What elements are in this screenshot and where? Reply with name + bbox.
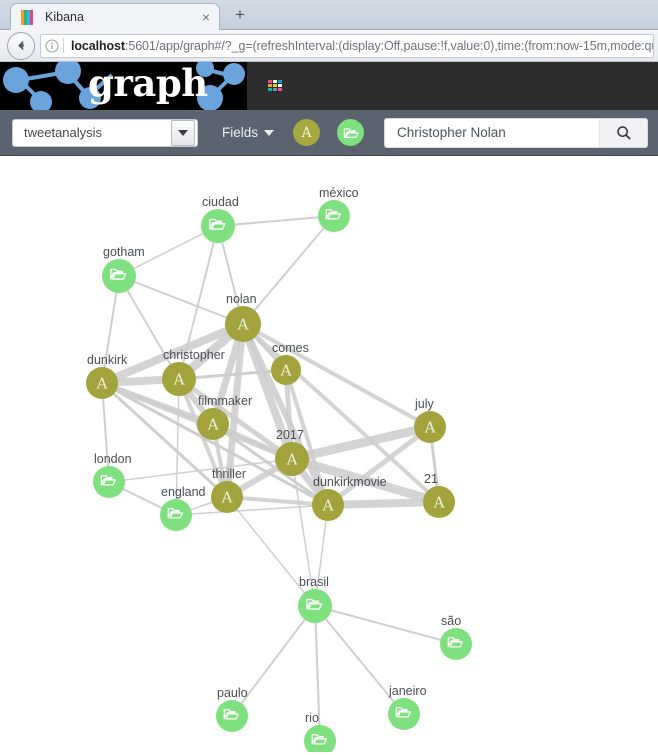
graph-node-label: 21 [424, 472, 438, 486]
browser-window: Kibana × + localhost:5601/app/graph#/?_g… [0, 0, 658, 755]
graph-node-label: england [161, 485, 206, 499]
graph-node-circle[interactable] [318, 200, 350, 232]
graph-node-glyph: A [424, 419, 436, 437]
graph-node-label: brasil [299, 575, 329, 589]
new-tab-button[interactable]: + [228, 4, 252, 26]
search-icon [616, 125, 631, 140]
graph-search-box[interactable] [384, 117, 648, 148]
graph-node-glyph: A [322, 497, 334, 515]
graph-node-glyph: A [173, 371, 185, 389]
graph-edge[interactable] [242, 215, 335, 325]
kibana-graph-header: graph [0, 62, 658, 110]
graph-node-mexico[interactable]: méxico [318, 186, 359, 232]
folder-icon [343, 127, 359, 138]
graph-node-dunkirkmovie[interactable]: dunkirkmovie A [312, 475, 387, 521]
graph-node-filmmaker[interactable]: filmmaker A [197, 394, 252, 440]
kibana-appsbar [247, 62, 658, 110]
graph-node-label: nolan [226, 292, 257, 306]
graph-node-brasil[interactable]: brasil [298, 575, 332, 623]
kibana-favicon-icon [21, 9, 36, 25]
graph-node-label: gotham [103, 245, 145, 259]
graph-node-circle[interactable] [298, 589, 332, 623]
graph-node-circle[interactable] [102, 259, 136, 293]
graph-node-england[interactable]: england [160, 485, 206, 531]
graph-node-label: comes [272, 341, 309, 355]
graph-node-label: 2017 [276, 428, 304, 442]
graph-node-label: dunkirk [87, 353, 128, 367]
graph-node-paulo[interactable]: paulo [216, 686, 248, 732]
graph-logo: graph [0, 62, 247, 110]
chevron-down-icon[interactable] [171, 119, 195, 146]
graph-node-gotham[interactable]: gotham [102, 245, 145, 293]
graph-toolbar: tweetanalysis Fields A [0, 110, 658, 156]
graph-node-nolan[interactable]: nolan A [225, 292, 261, 342]
graph-node-label: christopher [163, 348, 225, 362]
graph-node-circle[interactable] [388, 698, 420, 730]
graph-node-thriller[interactable]: thriller A [211, 467, 246, 513]
graph-node-circle[interactable] [160, 499, 192, 531]
search-button[interactable] [599, 118, 647, 147]
graph-node-label: são [441, 614, 461, 628]
graph-edge[interactable] [327, 498, 440, 509]
graph-node-glyph: A [207, 416, 219, 434]
graph-node-circle[interactable] [440, 628, 472, 660]
graph-node-label: july [414, 397, 435, 411]
graph-edge[interactable] [118, 275, 244, 325]
url-host: localhost [71, 38, 125, 53]
graph-node-glyph: A [433, 494, 445, 512]
index-pattern-select[interactable]: tweetanalysis [12, 118, 198, 147]
field-badge-text[interactable]: A [293, 119, 321, 146]
graph-node-label: dunkirkmovie [313, 475, 387, 489]
graph-svg[interactable]: ciudad méxico gotham nolan Acomes Adunkirk Ach… [0, 156, 658, 752]
index-pattern-value: tweetanalysis [24, 125, 103, 140]
browser-urlbar-row: localhost:5601/app/graph#/?_g=(refreshIn… [0, 30, 658, 62]
browser-tab-kibana[interactable]: Kibana × [10, 3, 220, 30]
graph-node-label: thriller [212, 467, 246, 481]
field-badge-glyph: A [301, 124, 312, 141]
graph-node-label: rio [305, 711, 319, 725]
apps-grid-icon[interactable] [268, 79, 283, 93]
graph-edge[interactable] [314, 605, 457, 645]
url-path: :5601/app/graph#/?_g=(refreshInterval:(d… [124, 38, 653, 53]
url-input[interactable]: localhost:5601/app/graph#/?_g=(refreshIn… [40, 33, 654, 58]
graph-node-glyph: A [96, 375, 108, 393]
graph-node-ciudad[interactable]: ciudad [201, 195, 239, 243]
info-icon[interactable] [41, 35, 63, 57]
graph-node-label: london [94, 452, 132, 466]
graph-node-janeiro[interactable]: janeiro [388, 684, 427, 730]
url-divider [63, 38, 64, 53]
graph-node-21[interactable]: 21 A [423, 472, 455, 518]
graph-wordmark: graph [88, 62, 208, 105]
browser-tabstrip: Kibana × + [0, 0, 658, 30]
graph-node-glyph: A [280, 362, 292, 380]
back-button[interactable] [7, 31, 35, 60]
search-input[interactable] [385, 118, 599, 147]
graph-node-label: paulo [217, 686, 248, 700]
tab-title: Kibana [45, 10, 84, 24]
graph-node-circle[interactable] [201, 209, 235, 243]
close-icon[interactable]: × [202, 10, 210, 24]
graph-node-glyph: A [221, 489, 233, 507]
graph-node-label: méxico [319, 186, 359, 200]
graph-node-label: filmmaker [198, 394, 252, 408]
fields-menu-label: Fields [222, 125, 259, 140]
graph-node-label: janeiro [388, 684, 427, 698]
graph-node-sao[interactable]: são [440, 614, 472, 660]
graph-node-circle[interactable] [93, 466, 125, 498]
graph-node-2017[interactable]: 2017 A [275, 428, 309, 476]
graph-node-glyph: A [286, 451, 298, 469]
graph-edge[interactable] [217, 215, 335, 227]
graph-node-circle[interactable] [216, 700, 248, 732]
graph-edges [100, 215, 457, 742]
graph-workspace[interactable]: ciudad méxico gotham nolan Acomes Adunkirk Ach… [0, 156, 658, 752]
fields-menu-button[interactable]: Fields [222, 125, 275, 140]
graph-node-label: ciudad [202, 195, 239, 209]
graph-node-july[interactable]: july A [414, 397, 446, 443]
chevron-down-icon [264, 129, 275, 136]
field-badge-folder[interactable] [337, 119, 365, 146]
graph-node-glyph: A [237, 316, 249, 334]
graph-nodes: ciudad méxico gotham nolan Acomes Adunkirk Ach… [86, 186, 472, 752]
graph-edge[interactable] [226, 496, 316, 607]
url-text: localhost:5601/app/graph#/?_g=(refreshIn… [71, 39, 653, 53]
